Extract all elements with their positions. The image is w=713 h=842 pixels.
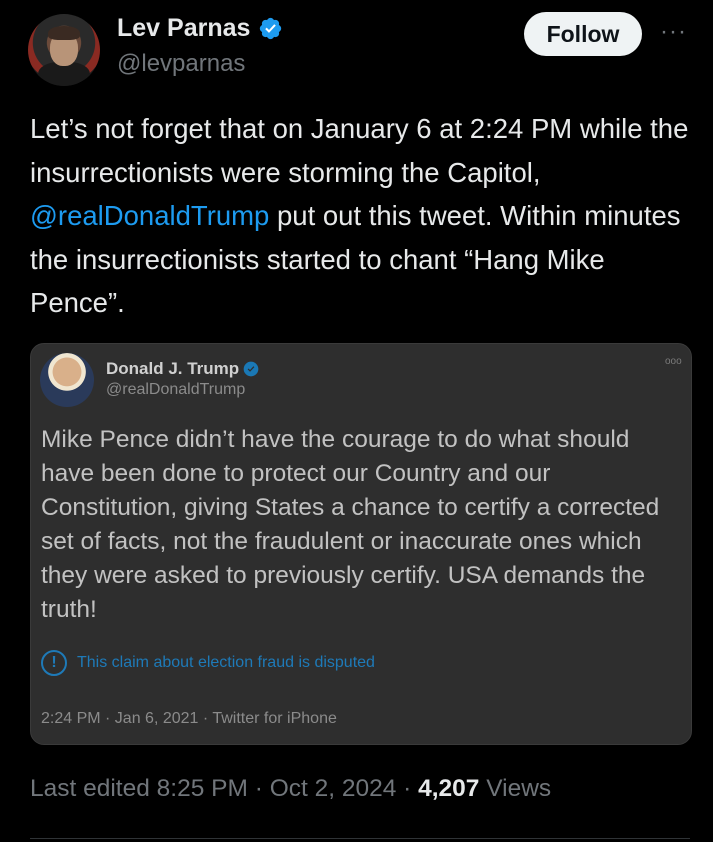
author-handle[interactable]: @levparnas xyxy=(117,50,245,78)
quoted-display-name: Donald J. Trump xyxy=(106,359,240,378)
last-edited-text[interactable]: Last edited 8:25 PM · Oct 2, 2024 · xyxy=(30,775,418,802)
quoted-tweet-image[interactable]: Donald J. Trump @realDonaldTrump ooo Mik… xyxy=(30,343,692,745)
views-count: 4,207 xyxy=(418,775,480,802)
quoted-tweet-meta: 2:24 PM · Jan 6, 2021 · Twitter for iPho… xyxy=(41,710,337,727)
more-options-icon[interactable]: ··· xyxy=(660,18,687,46)
follow-button[interactable]: Follow xyxy=(524,12,642,56)
quoted-tweet-text: Mike Pence didn’t have the courage to do… xyxy=(41,426,660,623)
tweet-text-part-1: Let’s not forget that on January 6 at 2:… xyxy=(30,113,689,188)
info-icon: ! xyxy=(41,650,67,676)
author-name-row[interactable]: Lev Parnas xyxy=(117,14,283,43)
divider xyxy=(30,838,690,839)
disputed-claim-notice: ! This claim about election fraud is dis… xyxy=(41,650,375,676)
mention-link[interactable]: @realDonaldTrump xyxy=(30,200,269,231)
quoted-verified-badge-icon xyxy=(243,361,259,377)
quoted-name-row: Donald J. Trump xyxy=(106,359,259,379)
quoted-author-avatar xyxy=(40,353,94,407)
avatar-hair xyxy=(48,26,80,40)
quoted-more-icon: ooo xyxy=(665,356,682,367)
author-avatar[interactable] xyxy=(28,14,100,86)
verified-badge-icon xyxy=(260,17,282,40)
disputed-claim-text: This claim about election fraud is dispu… xyxy=(77,654,375,671)
views-label: Views xyxy=(479,775,552,802)
tweet-meta: Last edited 8:25 PM · Oct 2, 2024 · 4,20… xyxy=(30,775,551,803)
tweet-text: Let’s not forget that on January 6 at 2:… xyxy=(30,107,690,325)
quoted-handle: @realDonaldTrump xyxy=(106,381,246,398)
author-display-name[interactable]: Lev Parnas xyxy=(117,14,250,43)
